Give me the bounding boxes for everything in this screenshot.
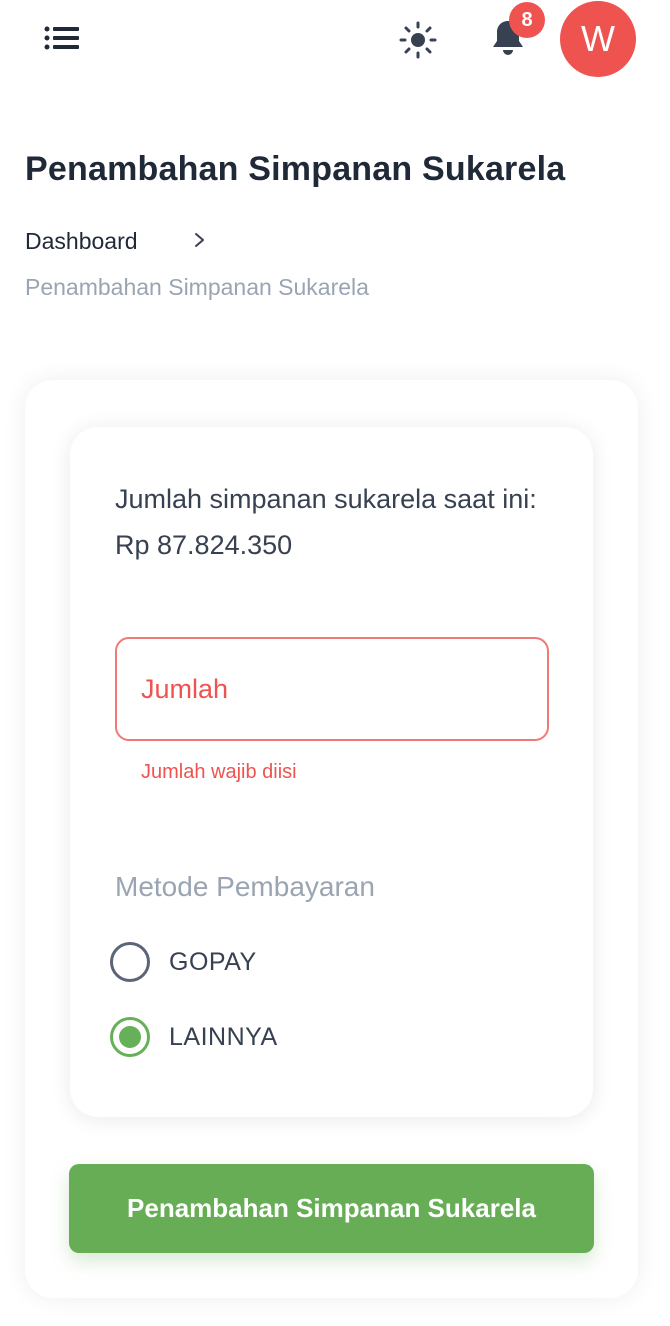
user-avatar[interactable]: W [560, 1, 636, 77]
theme-toggle-button[interactable] [396, 18, 440, 62]
menu-icon [44, 26, 79, 50]
notification-count-badge: 8 [509, 2, 545, 38]
payment-method-label: Metode Pembayaran [115, 871, 375, 902]
amount-error-message: Jumlah wajib diisi [141, 761, 297, 783]
payment-option-gopay[interactable]: GOPAY [110, 940, 257, 984]
payment-option-label: GOPAY [169, 947, 257, 976]
chevron-right-icon [195, 233, 204, 247]
sun-icon [399, 21, 437, 59]
payment-option-lainnya[interactable]: LAINNYA [110, 1015, 278, 1059]
radio-selected-icon[interactable] [110, 1017, 150, 1057]
submit-button[interactable]: Penambahan Simpanan Sukarela [69, 1164, 594, 1253]
top-bar: 8 W [0, 0, 670, 80]
breadcrumb-current: Penambahan Simpanan Sukarela [25, 274, 369, 300]
page-title: Penambahan Simpanan Sukarela [25, 150, 566, 188]
breadcrumb-dashboard-link[interactable]: Dashboard [25, 228, 138, 255]
amount-input[interactable] [115, 637, 549, 741]
current-balance-text: Jumlah simpanan sukarela saat ini: Rp 87… [115, 484, 537, 560]
payment-option-label: LAINNYA [169, 1022, 278, 1051]
radio-unselected-icon[interactable] [110, 942, 150, 982]
menu-button[interactable] [40, 20, 84, 56]
